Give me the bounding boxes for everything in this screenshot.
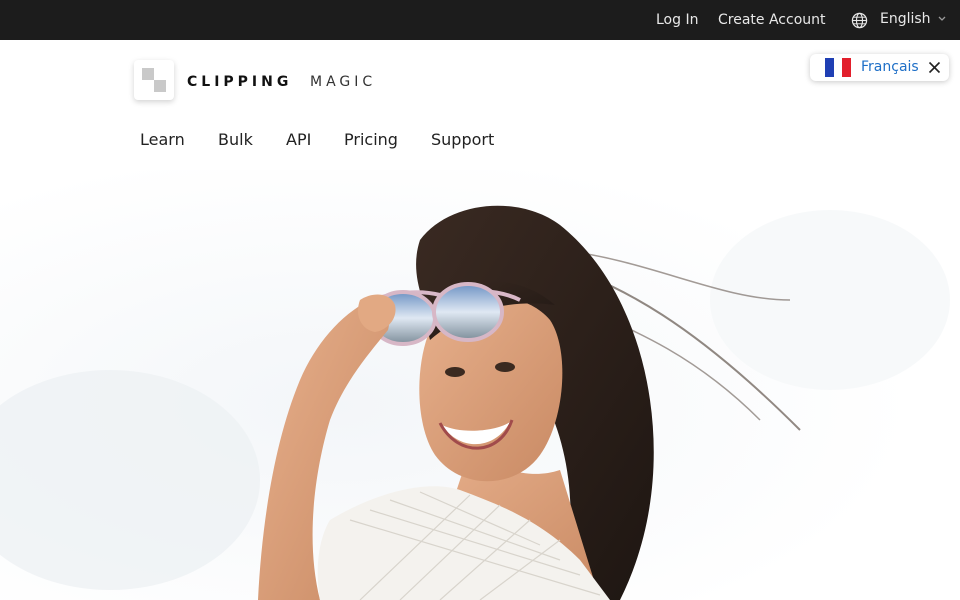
logo-word-magic: MAGIC: [310, 74, 377, 90]
language-suggestion-label[interactable]: Français: [861, 59, 919, 75]
nav-item-support[interactable]: Support: [431, 130, 494, 149]
nav-item-pricing[interactable]: Pricing: [344, 130, 398, 149]
top-bar: Log In Create Account English: [0, 0, 960, 40]
logo-word-clipping: CLIPPING: [187, 74, 293, 90]
language-selector[interactable]: English: [850, 10, 954, 30]
create-account-link[interactable]: Create Account: [718, 11, 826, 29]
nav-item-bulk[interactable]: Bulk: [218, 130, 253, 149]
globe-icon: [851, 12, 868, 29]
hero-photo: [0, 170, 960, 600]
logo-mark-icon: [134, 60, 174, 100]
france-flag-icon: [825, 58, 852, 77]
language-suggestion[interactable]: Français: [810, 54, 949, 81]
chevron-down-icon: [938, 16, 946, 21]
nav-item-learn[interactable]: Learn: [140, 130, 185, 149]
close-icon[interactable]: [928, 61, 941, 74]
nav-item-api[interactable]: API: [286, 130, 311, 149]
login-link[interactable]: Log In: [656, 11, 698, 29]
language-label: English: [880, 11, 931, 27]
